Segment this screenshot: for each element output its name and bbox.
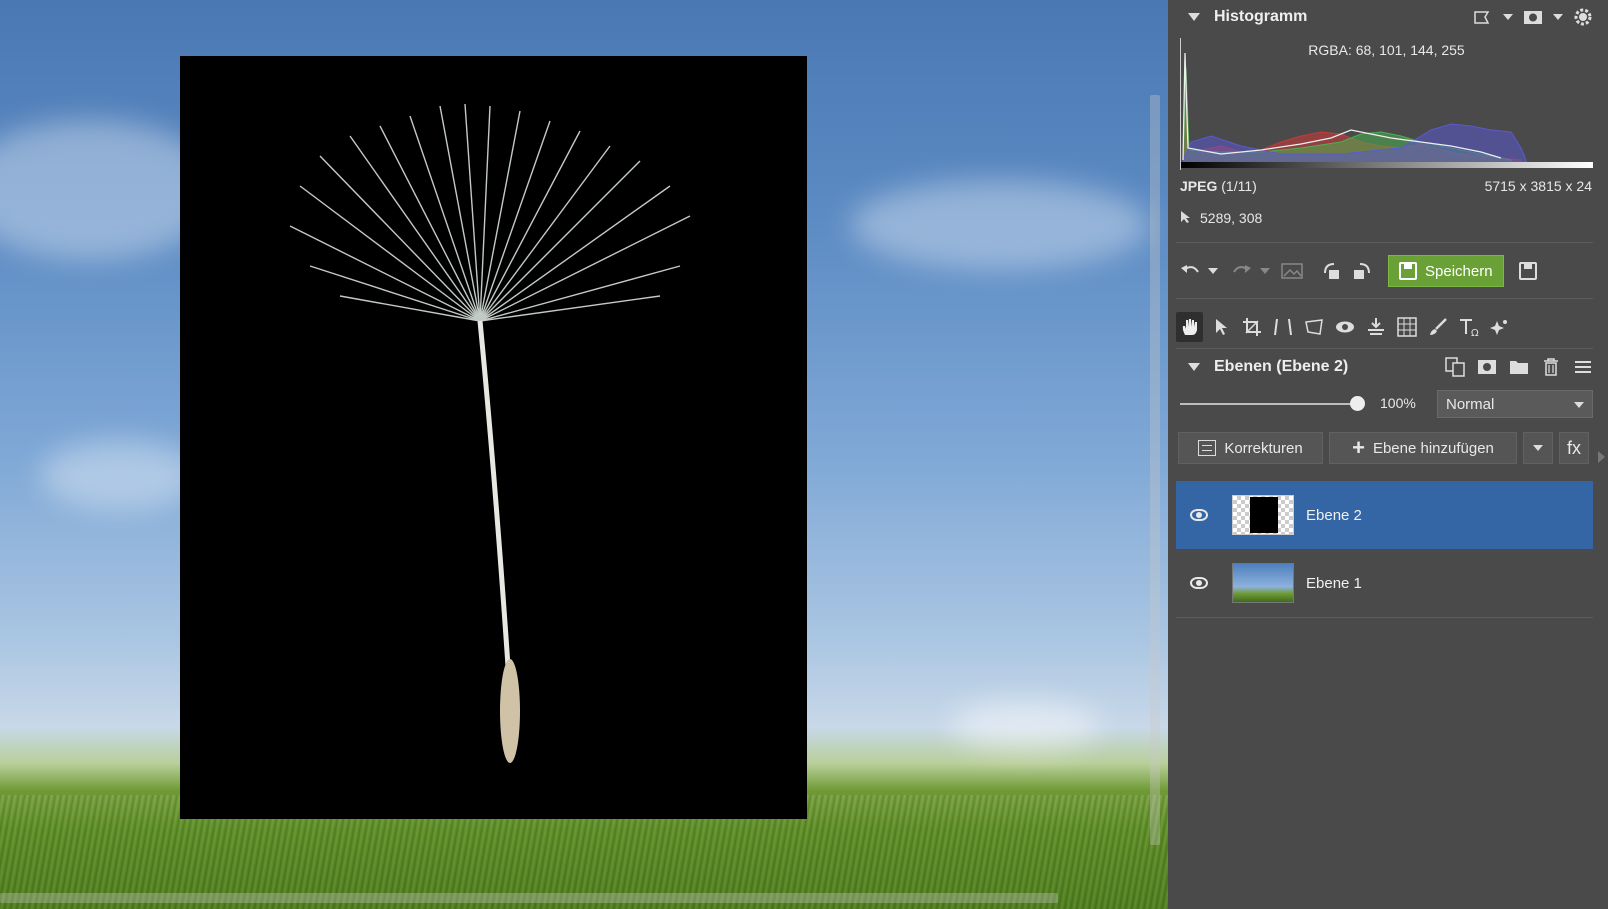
action-toolbar: Speichern — [1178, 254, 1593, 288]
layer-row-ebene-2[interactable]: Ebene 2 — [1176, 481, 1593, 549]
add-layer-button[interactable]: + Ebene hinzufügen — [1329, 432, 1517, 464]
brush-icon[interactable] — [1424, 312, 1451, 342]
undo-button[interactable] — [1178, 256, 1202, 286]
save-as-button[interactable] — [1516, 256, 1540, 286]
file-format-info: JPEG (1/11) — [1180, 178, 1257, 194]
save-button[interactable]: Speichern — [1388, 255, 1504, 287]
blend-mode-select[interactable]: Normal — [1437, 390, 1593, 418]
corrections-button[interactable]: Korrekturen — [1178, 432, 1323, 464]
redo-button[interactable] — [1230, 256, 1254, 286]
layer-2-image[interactable] — [180, 56, 807, 819]
file-index: (1/11) — [1221, 178, 1257, 194]
image-icon[interactable] — [1280, 256, 1304, 286]
histogram-header-tools — [1473, 0, 1593, 34]
hand-tool-icon[interactable] — [1176, 312, 1203, 342]
opacity-blend-row: 100% Normal — [1180, 390, 1593, 420]
file-info-row: JPEG (1/11) 5715 x 3815 x 24 — [1180, 178, 1592, 194]
redo-history-chevron-icon[interactable] — [1260, 268, 1270, 274]
grid-warp-icon[interactable] — [1393, 312, 1420, 342]
layers-title: Ebenen (Ebene 2) — [1214, 358, 1349, 375]
file-format: JPEG — [1180, 178, 1218, 194]
adjustments-icon — [1198, 440, 1217, 456]
layer-thumbnail — [1232, 495, 1294, 535]
opacity-slider[interactable] — [1180, 403, 1356, 405]
crop-icon[interactable] — [1238, 312, 1265, 342]
layer-name: Ebene 2 — [1306, 506, 1362, 524]
duplicate-layer-icon[interactable] — [1445, 357, 1465, 377]
rotate-right-button[interactable] — [1350, 256, 1374, 286]
select-arrow-icon[interactable] — [1207, 312, 1234, 342]
plus-icon: + — [1352, 435, 1365, 460]
gear-icon[interactable] — [1573, 7, 1593, 27]
rotate-left-button[interactable] — [1320, 256, 1344, 286]
dandelion-seed-graphic — [289, 103, 691, 763]
cursor-arrow-icon — [1180, 210, 1192, 227]
effects-sparkle-icon[interactable] — [1486, 312, 1513, 342]
cursor-info-row: 5289, 308 — [1180, 210, 1592, 227]
undo-history-chevron-icon[interactable] — [1208, 268, 1218, 274]
camera-icon[interactable] — [1523, 7, 1543, 27]
histogram-curves — [1181, 52, 1593, 168]
chevron-down-icon — [1533, 445, 1543, 451]
histogram-mode-icon[interactable] — [1473, 7, 1493, 27]
fx-label: fx — [1566, 437, 1581, 458]
layer-actions-row: Korrekturen + Ebene hinzufügen fx — [1178, 432, 1593, 466]
layer-effects-button[interactable]: fx — [1559, 432, 1589, 464]
vertical-scrollbar[interactable] — [1150, 95, 1160, 845]
layers-header-tools — [1445, 350, 1593, 384]
floppy-disk-icon — [1399, 262, 1417, 280]
add-layer-dropdown-button[interactable] — [1523, 432, 1553, 464]
right-panel: Histogramm RGBA: 68, 101, 144, 255 JPEG … — [1168, 0, 1608, 909]
blend-mode-value: Normal — [1446, 395, 1495, 413]
folder-icon[interactable] — [1509, 357, 1529, 377]
trash-icon[interactable] — [1541, 357, 1561, 377]
histogram-header[interactable]: Histogramm — [1168, 0, 1593, 34]
red-eye-icon[interactable] — [1331, 312, 1358, 342]
divider — [1176, 298, 1593, 299]
corrections-label: Korrekturen — [1224, 439, 1303, 457]
text-tool-icon[interactable]: Ω — [1455, 312, 1482, 342]
visibility-eye-icon[interactable] — [1190, 577, 1208, 589]
layer-mask-icon[interactable] — [1477, 357, 1497, 377]
level-horizon-icon[interactable] — [1362, 312, 1389, 342]
opacity-slider-handle[interactable] — [1350, 396, 1365, 411]
svg-text:Ω: Ω — [1471, 328, 1479, 337]
cloud — [950, 700, 1100, 750]
horizontal-scrollbar[interactable] — [0, 893, 1058, 903]
chevron-down-icon[interactable] — [1503, 14, 1513, 20]
layers-header[interactable]: Ebenen (Ebene 2) — [1168, 350, 1593, 384]
visibility-eye-icon[interactable] — [1190, 509, 1208, 521]
layer-name: Ebene 1 — [1306, 574, 1362, 592]
collapse-arrow-icon[interactable] — [1188, 363, 1200, 371]
tools-toolbar: Ω — [1176, 310, 1593, 344]
collapse-arrow-icon[interactable] — [1188, 13, 1200, 21]
image-canvas[interactable] — [0, 0, 1168, 909]
divider — [1176, 242, 1593, 243]
layer-row-ebene-1[interactable]: Ebene 1 — [1176, 549, 1593, 617]
opacity-value: 100% — [1380, 395, 1416, 411]
histogram-graph: RGBA: 68, 101, 144, 255 — [1180, 38, 1593, 170]
cloud — [850, 180, 1150, 270]
editor-window: Histogramm RGBA: 68, 101, 144, 255 JPEG … — [0, 0, 1608, 909]
chevron-down-icon[interactable] — [1553, 14, 1563, 20]
save-label: Speichern — [1425, 262, 1493, 280]
straighten-icon[interactable] — [1269, 312, 1296, 342]
divider — [1176, 348, 1593, 349]
image-dimensions: 5715 x 3815 x 24 — [1484, 178, 1592, 194]
panel-expand-arrow-icon[interactable] — [1598, 451, 1605, 463]
layer-thumbnail — [1232, 563, 1294, 603]
cursor-position: 5289, 308 — [1200, 210, 1263, 226]
cloud — [40, 440, 200, 510]
histogram-title: Histogramm — [1214, 8, 1308, 25]
divider — [1176, 617, 1593, 618]
menu-icon[interactable] — [1573, 357, 1593, 377]
add-layer-label: Ebene hinzufügen — [1372, 439, 1494, 457]
chevron-down-icon — [1574, 402, 1584, 408]
floppy-disk-icon — [1518, 262, 1537, 280]
perspective-icon[interactable] — [1300, 312, 1327, 342]
